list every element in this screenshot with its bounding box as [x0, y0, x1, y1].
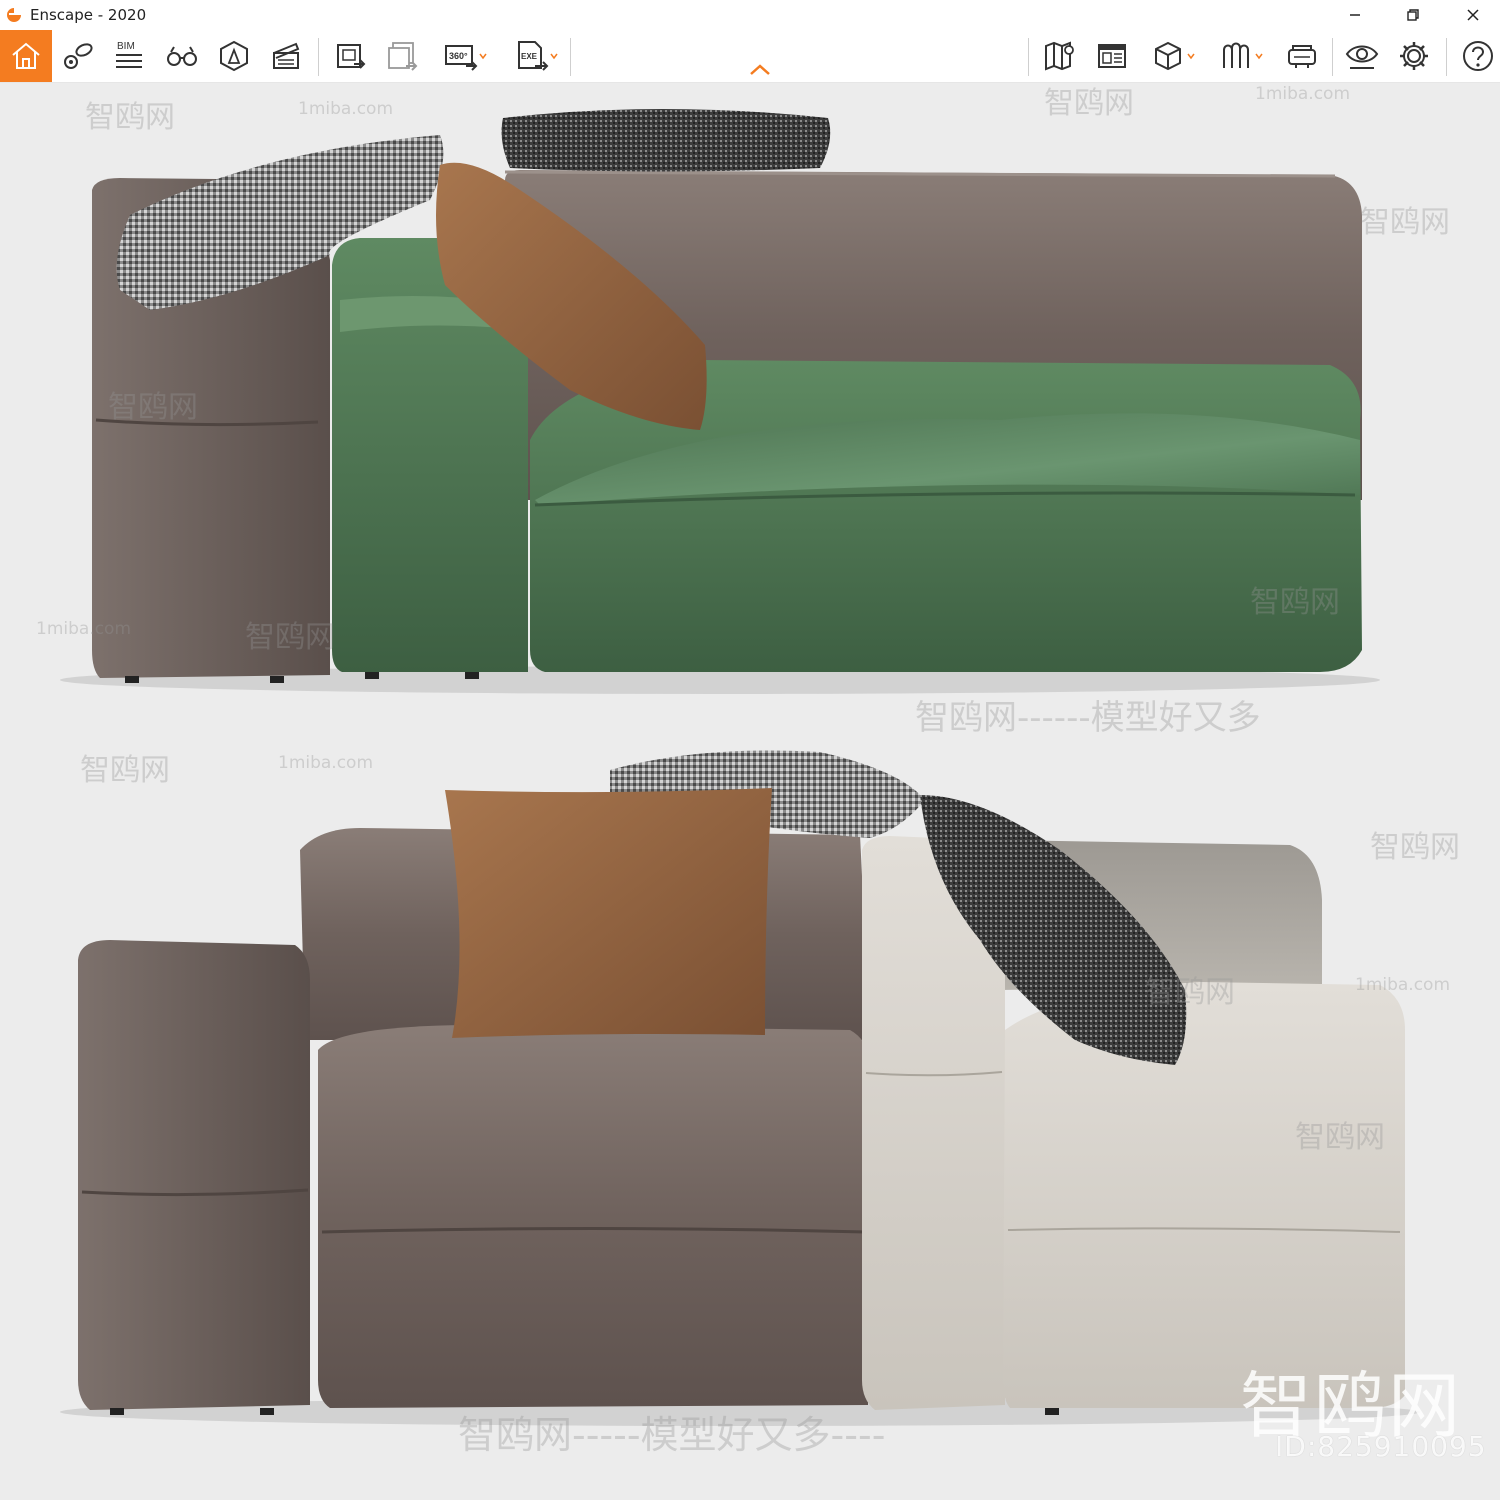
material-icon	[1223, 42, 1249, 68]
home-icon	[12, 42, 40, 69]
toolbar-separator	[1332, 38, 1333, 76]
toolbar-separator	[1446, 38, 1447, 76]
title-bar: Enscape - 2020	[0, 0, 1500, 30]
svg-text:BIM: BIM	[117, 41, 135, 52]
export-exe-icon: EXE	[518, 41, 549, 71]
home-button[interactable]	[0, 30, 52, 82]
bim-button[interactable]: BIM	[108, 34, 150, 78]
close-icon	[1467, 9, 1479, 21]
binoculars-button[interactable]	[160, 34, 204, 78]
screenshot-icon	[337, 44, 366, 69]
chevron-down-icon	[1187, 53, 1195, 60]
binoculars-icon	[167, 46, 197, 66]
views-button[interactable]	[58, 34, 98, 78]
toolbar-separator	[318, 38, 319, 76]
minimize-button[interactable]	[1332, 0, 1378, 30]
asset-library-icon	[220, 40, 248, 72]
settings-button[interactable]	[1392, 34, 1436, 78]
gear-icon	[1400, 42, 1428, 70]
material-button[interactable]	[1210, 34, 1272, 78]
cube-icon	[1155, 41, 1181, 71]
minimize-icon	[1350, 14, 1360, 16]
views-icon	[64, 43, 93, 69]
bottom-sofa	[60, 750, 1420, 1426]
toolbar-separator	[1028, 38, 1029, 76]
export-exe-button[interactable]: EXE	[505, 34, 567, 78]
render-viewport[interactable]: 智鸥网 1miba.com 智鸥网 1miba.com 智鸥网 智鸥网 智鸥网 …	[0, 82, 1500, 1500]
svg-text:360°: 360°	[449, 51, 468, 61]
restore-button[interactable]	[1390, 0, 1436, 30]
watermark-id: ID:825910095	[1275, 1430, 1487, 1463]
panorama-icon: 360°	[445, 45, 478, 71]
close-button[interactable]	[1450, 0, 1496, 30]
clapperboard-icon	[273, 42, 300, 69]
eye-icon	[1345, 45, 1379, 69]
bim-icon: BIM	[116, 41, 142, 68]
collapse-toolbar-chevron-icon[interactable]	[747, 62, 773, 78]
vr-headset-icon	[1288, 45, 1316, 68]
cube-button[interactable]	[1142, 34, 1204, 78]
help-icon	[1463, 41, 1493, 71]
video-editor-button[interactable]	[264, 34, 308, 78]
panorama-button[interactable]: 360°	[434, 34, 496, 78]
visual-settings-button[interactable]	[1340, 34, 1384, 78]
window-title: Enscape - 2020	[30, 6, 147, 24]
toolbar-separator	[570, 38, 571, 76]
map-button[interactable]	[1038, 34, 1082, 78]
screenshot-button[interactable]	[328, 34, 372, 78]
chevron-down-icon	[479, 53, 487, 60]
svg-text:EXE: EXE	[521, 52, 538, 61]
help-button[interactable]	[1456, 34, 1500, 78]
restore-icon	[1407, 9, 1419, 21]
info-panel-button[interactable]	[1090, 34, 1134, 78]
map-icon	[1045, 41, 1074, 71]
enscape-logo-icon	[7, 8, 21, 22]
vr-headset-button[interactable]	[1280, 34, 1324, 78]
sofa-render-image	[60, 109, 1420, 1426]
top-sofa	[60, 109, 1380, 694]
batch-render-icon	[388, 42, 418, 71]
asset-library-button[interactable]	[212, 34, 256, 78]
batch-render-button[interactable]	[380, 34, 424, 78]
chevron-down-icon	[1255, 53, 1263, 60]
chevron-down-icon	[550, 53, 558, 60]
info-panel-icon	[1098, 44, 1126, 68]
